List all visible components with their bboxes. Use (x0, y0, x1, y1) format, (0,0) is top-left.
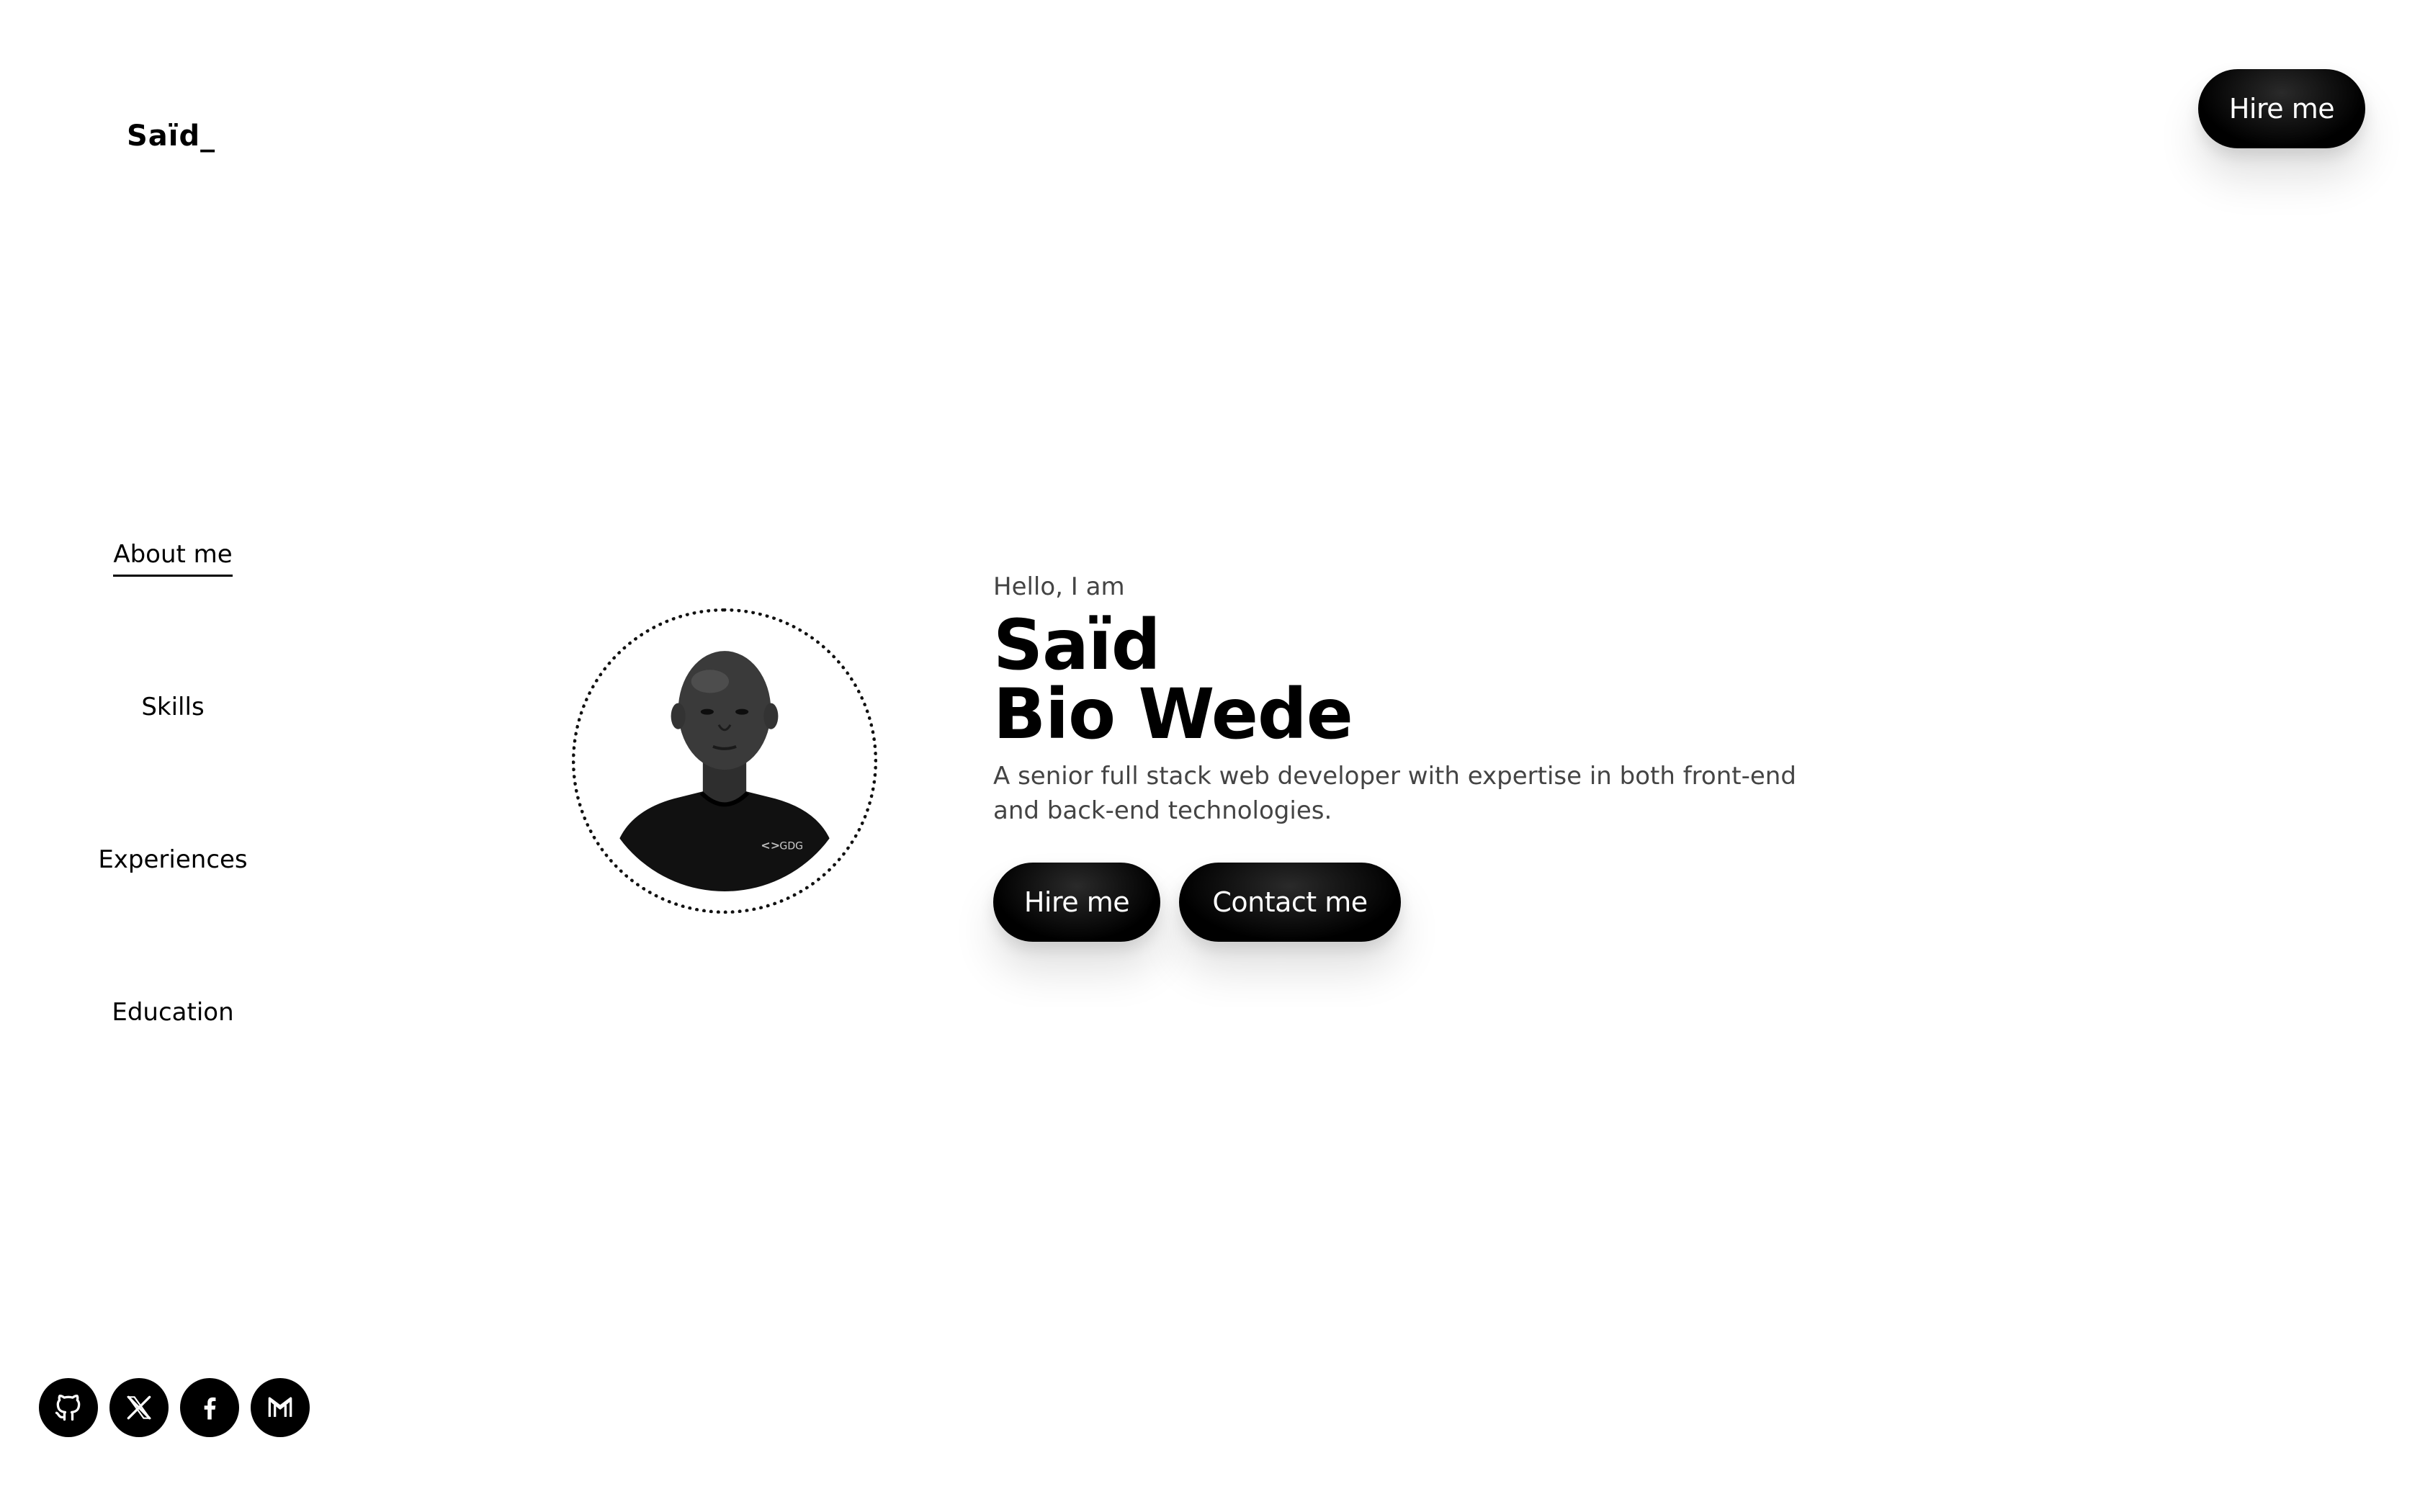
nav-item-experiences[interactable]: Experiences (0, 842, 346, 880)
nav-item-label: About me (113, 537, 233, 577)
social-gmail[interactable] (251, 1378, 310, 1437)
social-links (39, 1378, 310, 1437)
social-github[interactable] (39, 1378, 98, 1437)
gmail-icon (268, 1397, 292, 1417)
social-x[interactable] (109, 1378, 169, 1437)
svg-text:<>: <> (761, 839, 780, 852)
nav-item-label: Experiences (98, 845, 248, 874)
hero-name: Saïd Bio Wede (993, 611, 1857, 749)
social-facebook[interactable] (180, 1378, 239, 1437)
hero-actions: Hire me Contact me (993, 863, 1857, 942)
nav-item-education[interactable]: Education (0, 995, 346, 1032)
github-icon (55, 1394, 81, 1421)
header-hire-button[interactable]: Hire me (2198, 69, 2365, 148)
nav-item-label: Education (112, 998, 234, 1027)
hero-section: Hello, I am Saïd Bio Wede A senior full … (993, 567, 1857, 942)
nav-item-about[interactable]: About me (0, 537, 346, 577)
hero-name-line2: Bio Wede (993, 674, 1353, 755)
hero-name-line1: Saïd (993, 605, 1161, 685)
hire-me-button[interactable]: Hire me (993, 863, 1160, 942)
portrait-illustration: <> GDG (594, 631, 855, 891)
profile-photo-frame: <> GDG (572, 608, 877, 914)
greeting-text: Hello, I am (993, 572, 1125, 601)
site-logo[interactable]: Saïd_ (127, 117, 215, 156)
nav-item-label: Skills (141, 693, 205, 721)
x-icon (127, 1395, 151, 1420)
facebook-icon (204, 1397, 216, 1420)
contact-me-button[interactable]: Contact me (1179, 863, 1401, 942)
nav-item-skills[interactable]: Skills (0, 690, 346, 727)
hero-description: A senior full stack web developer with e… (993, 762, 1796, 825)
profile-photo: <> GDG (594, 631, 855, 891)
shirt-logo-text: GDG (779, 841, 803, 852)
